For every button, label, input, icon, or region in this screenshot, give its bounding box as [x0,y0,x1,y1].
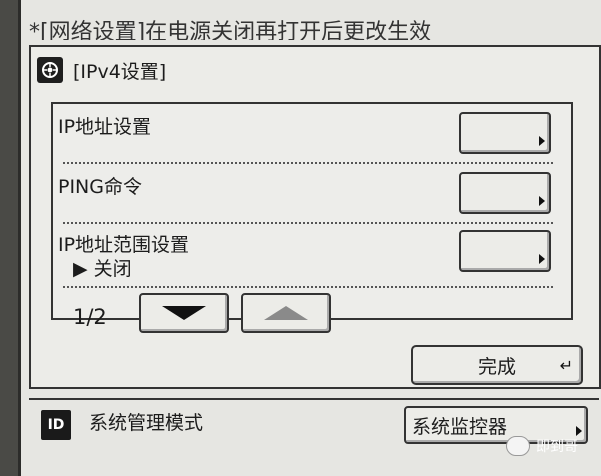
page-down-button[interactable] [139,293,229,333]
settings-icon [37,57,63,83]
info-banner: *[网络设置]在电源关闭再打开后更改生效 [29,20,432,40]
system-monitor-label: 系统监控器 [412,415,508,438]
ip-range-setting-value: ▶ 关闭 [73,258,132,280]
chevron-right-icon [539,254,545,264]
screen: *[网络设置]在电源关闭再打开后更改生效 [IPv4设置] IP地址设置 PIN… [18,0,601,476]
done-button[interactable]: 完成 ↵ [411,345,583,385]
ip-address-setting-button[interactable] [459,112,551,154]
row-divider [63,162,553,164]
ip-range-setting-button[interactable] [459,230,551,272]
ping-command-label: PING命令 [58,176,142,198]
page-up-button[interactable] [241,293,331,333]
ip-range-setting-label: IP地址范围设置 [58,234,190,256]
row-divider [63,222,553,224]
settings-list: IP地址设置 PING命令 IP地址范围设置 ▶ 关闭 [51,102,573,320]
dialog-title: [IPv4设置] [73,60,167,83]
enter-icon: ↵ [559,356,573,375]
chevron-right-icon [539,136,545,146]
system-admin-mode-text: 系统管理模式 [89,412,204,434]
watermark-text: 即到哥 [536,439,578,455]
done-label: 完成 [477,355,516,378]
arrow-down-icon [162,306,206,320]
ip-address-setting-label: IP地址设置 [58,116,152,138]
ping-command-button[interactable] [459,172,551,214]
ipv4-settings-dialog: [IPv4设置] IP地址设置 PING命令 IP地址范围设置 ▶ 关闭 1/2… [29,45,601,389]
dialog-title-bar: [IPv4设置] [37,55,166,85]
chevron-right-icon [539,196,545,206]
watermark: 即到哥 [506,436,578,456]
chat-bubble-icon [506,436,530,456]
arrow-up-icon [264,306,308,320]
page-indicator: 1/2 [73,305,107,329]
row-divider [63,286,553,288]
chevron-right-icon [576,426,582,436]
id-icon: ID [41,410,71,440]
